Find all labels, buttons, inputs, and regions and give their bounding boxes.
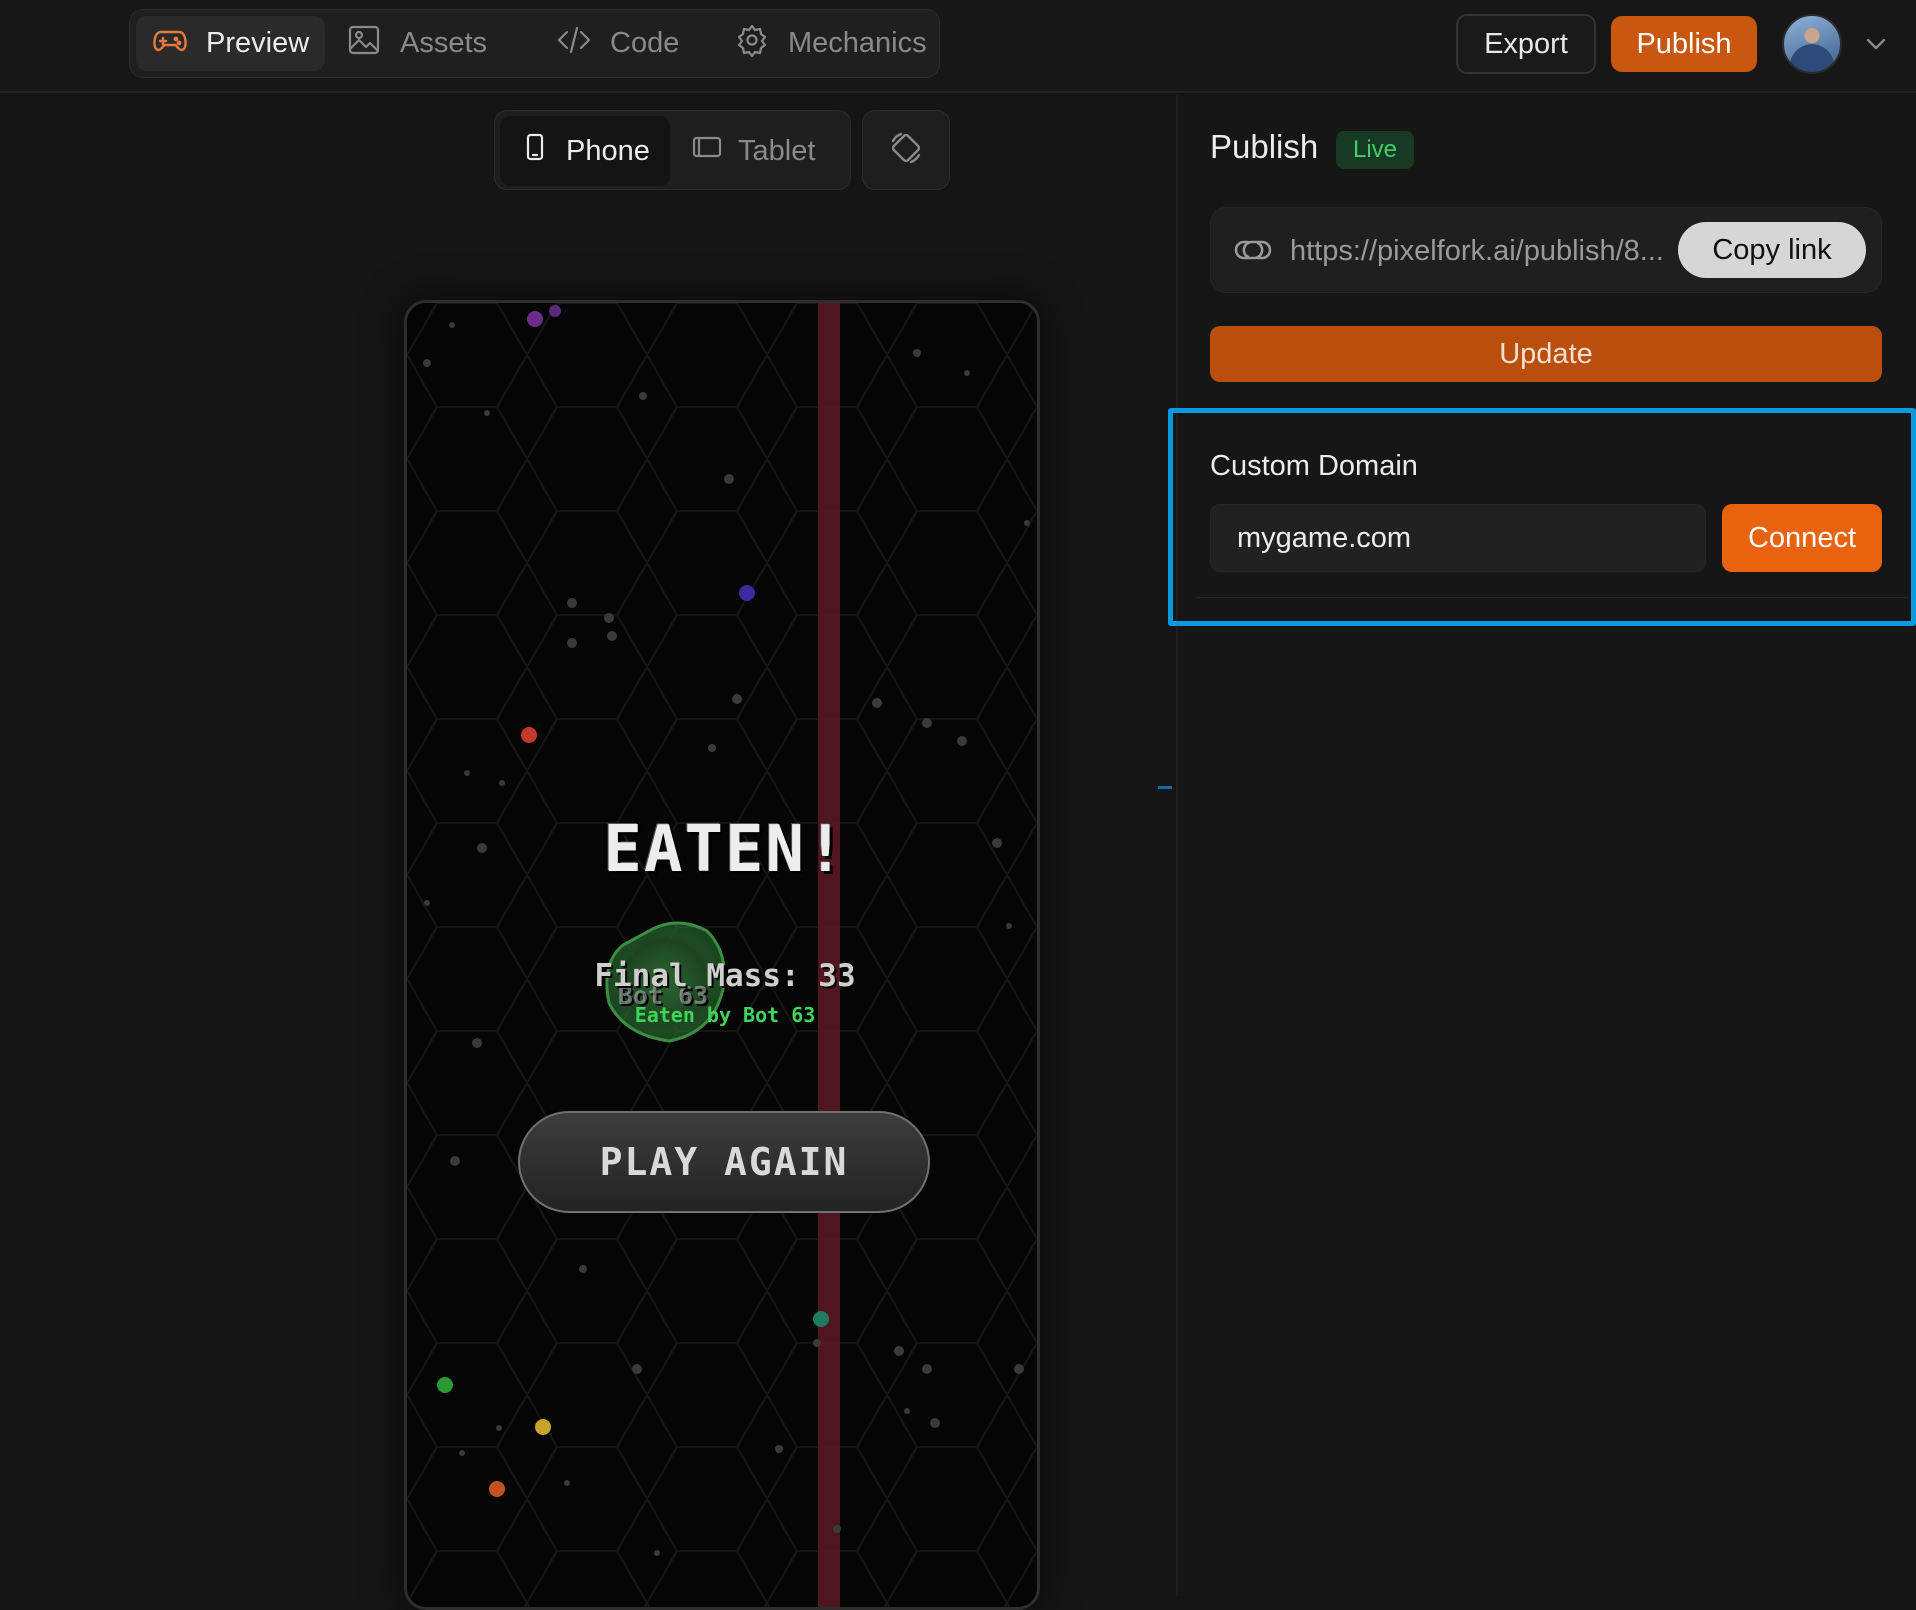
device-toggle: Phone Tablet xyxy=(494,110,851,190)
eaten-title: EATEN! xyxy=(603,813,847,887)
tab-mechanics[interactable]: Mechanics xyxy=(718,16,943,71)
link-icon xyxy=(1232,232,1274,268)
tab-label: Assets xyxy=(400,27,488,59)
tablet-icon xyxy=(692,132,722,170)
eaten-by-text: Eaten by Bot 63 xyxy=(634,1003,816,1027)
tab-label: Preview xyxy=(206,27,310,59)
export-button[interactable]: Export xyxy=(1456,14,1596,74)
status-badge: Live xyxy=(1336,131,1414,169)
chevron-down-icon[interactable] xyxy=(1862,30,1890,58)
tab-assets[interactable]: Assets xyxy=(330,16,503,71)
gamepad-icon xyxy=(152,22,188,66)
publish-button[interactable]: Publish xyxy=(1611,16,1757,72)
tab-label: Code xyxy=(610,27,680,59)
custom-domain-input[interactable] xyxy=(1210,504,1706,572)
rotate-button[interactable] xyxy=(862,110,950,190)
tab-preview[interactable]: Preview xyxy=(136,16,326,71)
connect-button[interactable]: Connect xyxy=(1722,504,1882,572)
tab-code[interactable]: Code xyxy=(540,16,695,71)
phone-frame: EATEN! Bot 63 Final Mass: 33 Eaten by Bo… xyxy=(404,300,1040,1610)
custom-domain-label: Custom Domain xyxy=(1210,450,1418,482)
device-tablet-button[interactable]: Tablet xyxy=(672,116,835,186)
code-icon xyxy=(556,22,592,66)
main-tabs: Preview Assets Code Mechanics xyxy=(129,9,940,78)
publish-url[interactable]: https://pixelfork.ai/publish/8... xyxy=(1290,232,1674,270)
image-icon xyxy=(346,22,382,66)
device-phone-button[interactable]: Phone xyxy=(500,116,670,186)
copy-link-button[interactable]: Copy link xyxy=(1678,222,1866,278)
tab-label: Mechanics xyxy=(788,27,927,59)
device-label: Phone xyxy=(566,134,650,167)
game-canvas[interactable] xyxy=(407,303,1040,1610)
publish-title: Publish xyxy=(1210,128,1319,165)
device-label: Tablet xyxy=(738,134,816,167)
rotate-icon xyxy=(887,129,925,172)
final-mass-text: Final Mass: 33 xyxy=(594,958,856,994)
update-button[interactable]: Update xyxy=(1210,326,1882,382)
map-border-line xyxy=(818,303,840,1607)
phone-icon xyxy=(520,132,550,170)
play-again-button[interactable]: PLAY AGAIN xyxy=(518,1111,930,1213)
publish-panel xyxy=(1176,95,1916,1596)
panel-resize-handle[interactable] xyxy=(1158,786,1172,789)
user-avatar[interactable] xyxy=(1782,14,1842,74)
section-divider xyxy=(1196,597,1908,598)
gear-icon xyxy=(734,22,770,66)
